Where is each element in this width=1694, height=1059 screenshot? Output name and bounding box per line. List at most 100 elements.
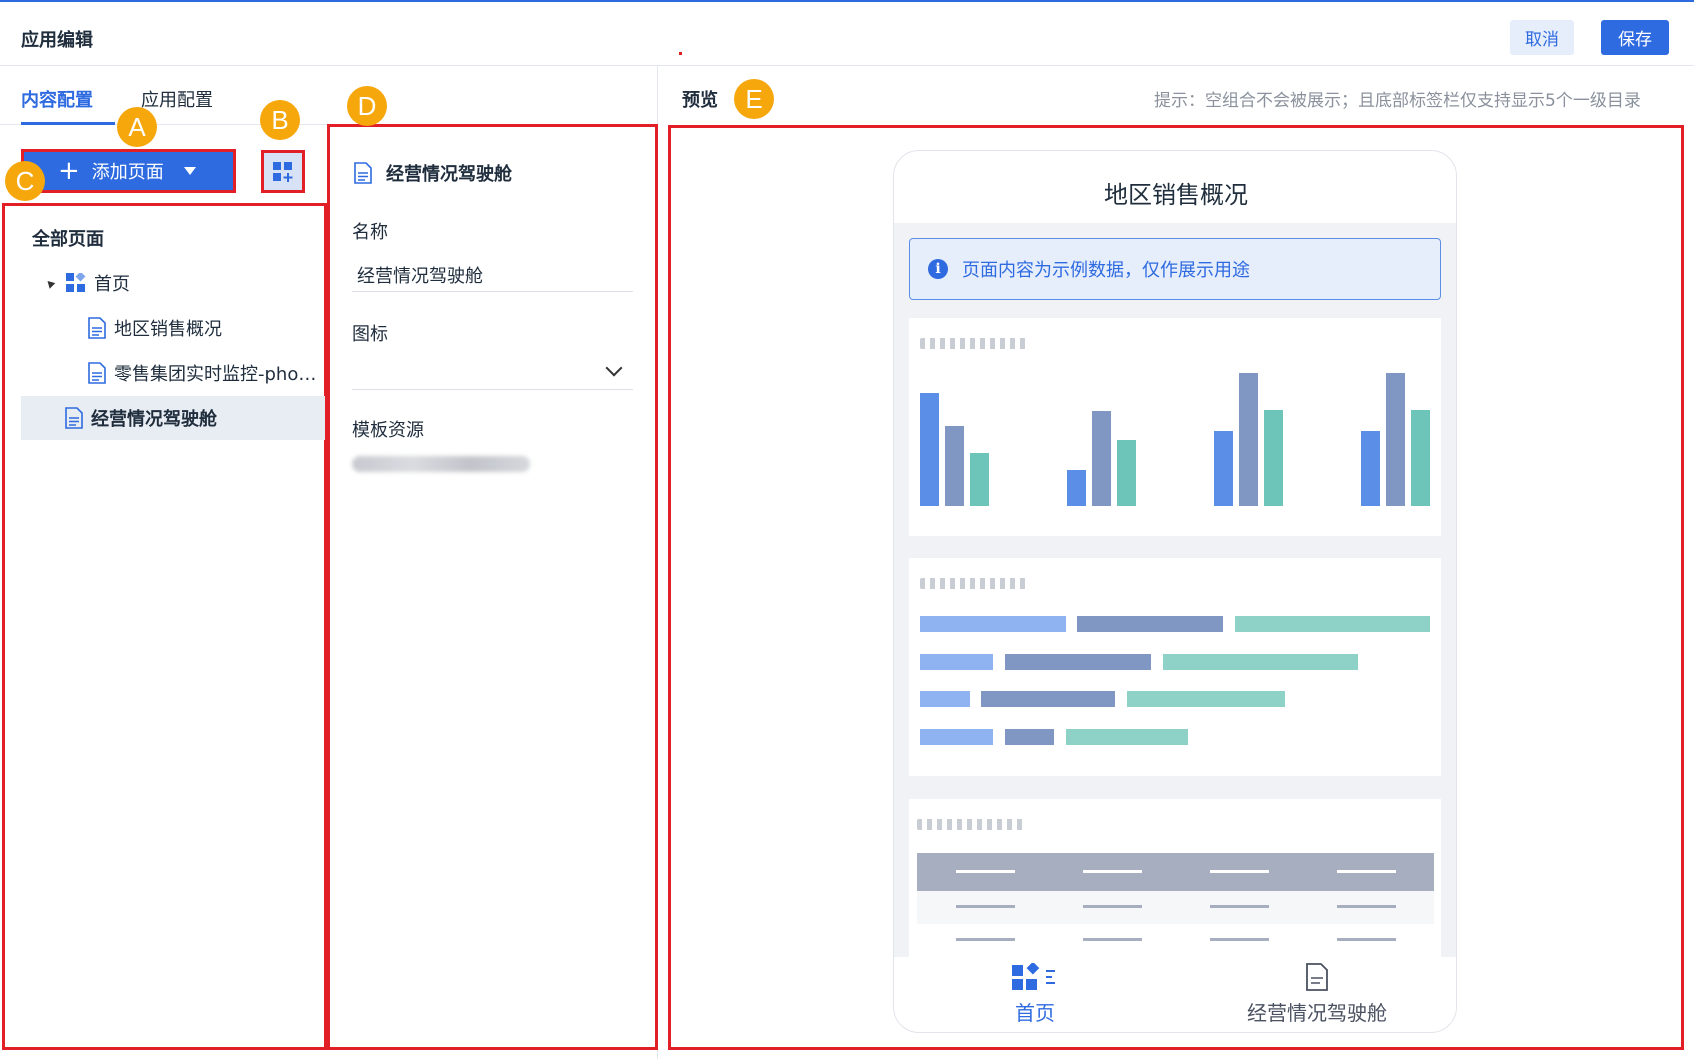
info-text: 页面内容为示例数据，仅作展示用途 bbox=[962, 260, 1250, 281]
red-dot-mark bbox=[679, 52, 682, 55]
sample-bar bbox=[1117, 440, 1136, 506]
icon-label: 图标 bbox=[352, 324, 388, 345]
info-banner: i 页面内容为示例数据，仅作展示用途 bbox=[909, 238, 1441, 300]
tree-item-label: 零售集团实时监控-pho… bbox=[114, 364, 317, 385]
page-title: 应用编辑 bbox=[21, 30, 93, 51]
tree-item-label: 首页 bbox=[94, 274, 130, 295]
sample-bar bbox=[1264, 410, 1283, 506]
sample-table-row bbox=[917, 891, 1434, 924]
active-tab-underline bbox=[21, 122, 115, 125]
phone-header: 地区销售概况 bbox=[894, 151, 1456, 223]
cell-dash bbox=[956, 905, 1015, 908]
plus-icon: + bbox=[58, 156, 80, 186]
cell-dash bbox=[1337, 938, 1396, 941]
home-grid-icon bbox=[66, 273, 86, 293]
header-dash bbox=[1210, 870, 1269, 873]
tab-content-config[interactable]: 内容配置 bbox=[21, 86, 93, 112]
preview-title: 预览 bbox=[682, 90, 718, 111]
all-pages-heading: 全部页面 bbox=[32, 229, 104, 250]
grid-plus-icon bbox=[273, 161, 293, 182]
placeholder-title-dots bbox=[920, 578, 1026, 589]
template-resource-blurred bbox=[352, 456, 530, 472]
sample-hbar bbox=[1235, 616, 1430, 632]
cell-dash bbox=[1083, 905, 1142, 908]
document-icon bbox=[88, 317, 106, 339]
sample-bar bbox=[970, 453, 989, 506]
sample-bar bbox=[1214, 431, 1233, 506]
marker-d: D bbox=[347, 86, 387, 126]
cancel-button[interactable]: 取消 bbox=[1510, 20, 1574, 55]
phone-bottom-nav: 首页 经营情况驾驶舱 bbox=[894, 957, 1456, 1032]
nav-item-business-cockpit[interactable]: 经营情况驾驶舱 bbox=[1176, 957, 1456, 1032]
preview-tip: 提示：空组合不会被展示；且底部标签栏仅支持显示5个一级目录 bbox=[1154, 91, 1641, 111]
cell-dash bbox=[1210, 938, 1269, 941]
phone-page-title: 地区销售概况 bbox=[1104, 181, 1248, 209]
nav-label: 经营情况驾驶舱 bbox=[1247, 1001, 1387, 1025]
header-dash bbox=[1337, 870, 1396, 873]
phone-preview: 地区销售概况 i 页面内容为示例数据，仅作展示用途 首页 经营情况驾驶舱 bbox=[893, 150, 1457, 1033]
home-grid-icon bbox=[1012, 963, 1058, 991]
sample-bar bbox=[1239, 373, 1258, 506]
tree-item-retail-monitor[interactable]: 零售集团实时监控-pho… bbox=[88, 360, 316, 386]
sample-bar bbox=[1386, 373, 1405, 506]
config-tabs: 内容配置 应用配置 bbox=[0, 66, 657, 125]
document-icon bbox=[1305, 963, 1329, 991]
tree-item-home[interactable]: 首页 bbox=[44, 270, 130, 296]
marker-e: E bbox=[734, 79, 774, 119]
sample-bar bbox=[920, 393, 939, 506]
name-input[interactable]: 经营情况驾驶舱 bbox=[357, 262, 483, 288]
placeholder-title-dots bbox=[920, 338, 1026, 349]
add-group-button[interactable] bbox=[261, 150, 305, 193]
sample-hbar bbox=[920, 729, 993, 745]
sample-hbar bbox=[1066, 729, 1188, 745]
info-icon: i bbox=[928, 259, 948, 279]
cell-dash bbox=[1337, 905, 1396, 908]
sample-table-row bbox=[917, 924, 1434, 957]
header-dash bbox=[956, 870, 1015, 873]
caret-down-icon bbox=[183, 167, 196, 175]
sample-hbar bbox=[920, 691, 970, 707]
sample-table-header bbox=[917, 853, 1434, 891]
sample-bar bbox=[1361, 431, 1380, 506]
sample-hbar bbox=[1005, 654, 1151, 670]
sample-hbar bbox=[1127, 691, 1285, 707]
sample-hbar bbox=[920, 654, 993, 670]
marker-b: B bbox=[260, 100, 300, 140]
expand-triangle-icon[interactable] bbox=[44, 277, 56, 289]
template-label: 模板资源 bbox=[352, 420, 424, 441]
cell-dash bbox=[1210, 905, 1269, 908]
marker-a: A bbox=[117, 107, 157, 147]
tab-app-config[interactable]: 应用配置 bbox=[141, 86, 213, 112]
sample-hbar bbox=[1005, 729, 1054, 745]
sample-hbar bbox=[981, 691, 1115, 707]
detail-title-text: 经营情况驾驶舱 bbox=[386, 164, 512, 185]
document-icon bbox=[88, 362, 106, 384]
detail-title: 经营情况驾驶舱 bbox=[354, 160, 512, 186]
sample-hbar-chart-card bbox=[909, 558, 1441, 776]
placeholder-title-dots bbox=[917, 819, 1023, 830]
header-dash bbox=[1083, 870, 1142, 873]
add-page-button[interactable]: + 添加页面 bbox=[21, 149, 236, 193]
tree-item-business-cockpit[interactable]: 经营情况驾驶舱 bbox=[65, 405, 217, 431]
tree-item-label: 经营情况驾驶舱 bbox=[91, 409, 217, 430]
sample-bar bbox=[1092, 411, 1111, 506]
sample-bar bbox=[1067, 470, 1086, 506]
marker-c: C bbox=[5, 161, 45, 201]
cell-dash bbox=[956, 938, 1015, 941]
tree-item-label: 地区销售概况 bbox=[114, 319, 222, 340]
nav-item-home[interactable]: 首页 bbox=[894, 957, 1176, 1032]
sample-hbar bbox=[1163, 654, 1358, 670]
add-page-label: 添加页面 bbox=[91, 162, 164, 183]
sample-bar bbox=[945, 426, 964, 506]
save-button[interactable]: 保存 bbox=[1601, 20, 1669, 55]
sample-table-card bbox=[909, 799, 1441, 969]
sample-hbar bbox=[1077, 616, 1223, 632]
cell-dash bbox=[1083, 938, 1142, 941]
sample-hbar bbox=[920, 616, 1066, 632]
tree-item-region-sales[interactable]: 地区销售概况 bbox=[88, 315, 222, 341]
name-label: 名称 bbox=[352, 222, 388, 243]
document-icon bbox=[65, 407, 83, 429]
icon-select-underline bbox=[352, 389, 633, 390]
app-header: 应用编辑 取消 保存 bbox=[0, 2, 1694, 66]
nav-label: 首页 bbox=[1015, 1001, 1055, 1025]
